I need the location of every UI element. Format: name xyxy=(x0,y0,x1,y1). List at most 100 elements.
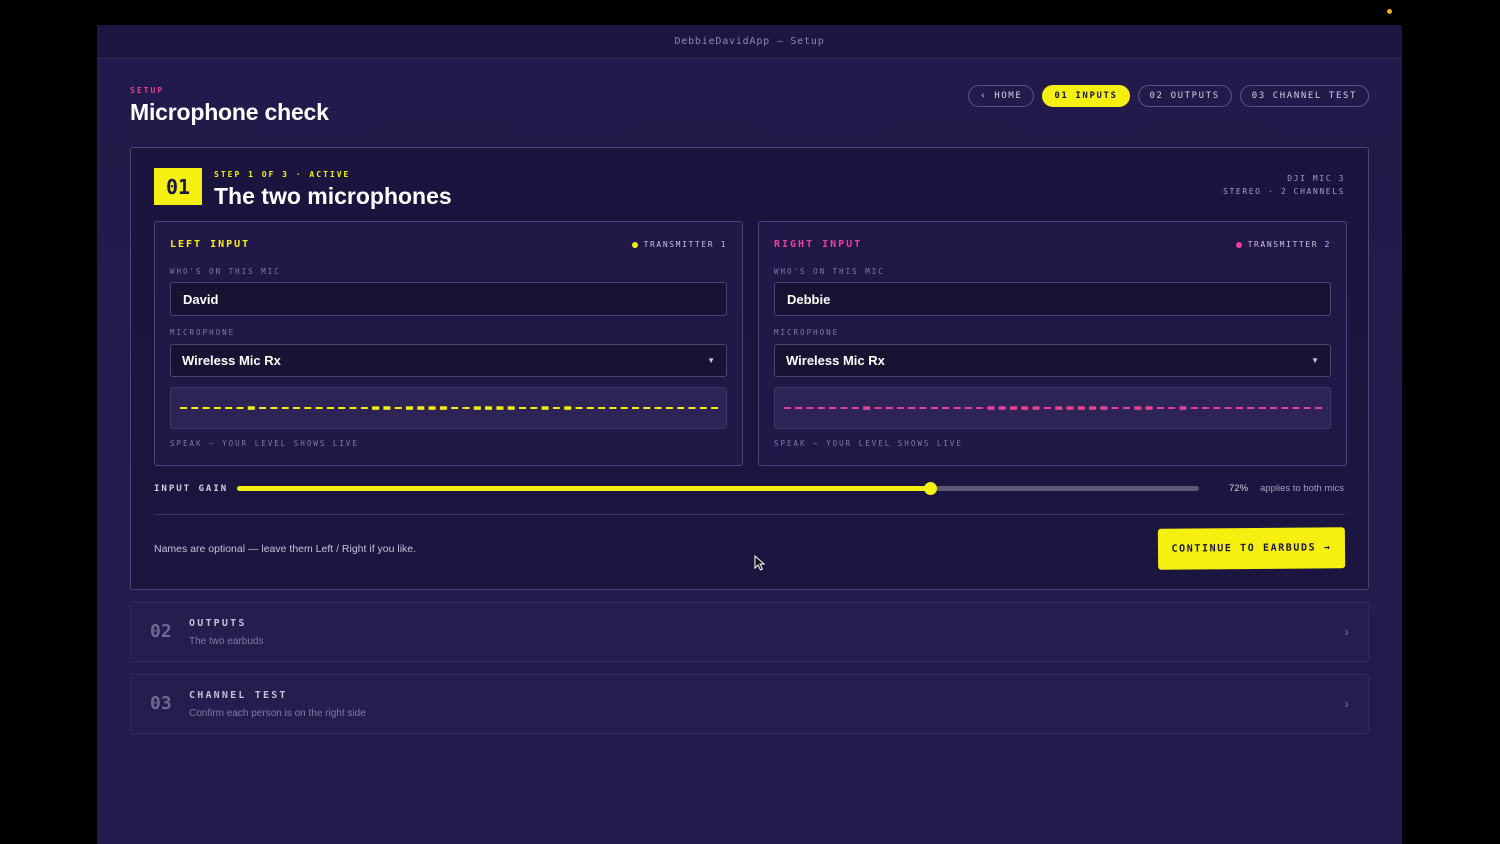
level-bar xyxy=(519,407,526,409)
right-input-heading: RIGHT INPUT xyxy=(774,239,863,250)
level-bar xyxy=(1055,406,1063,410)
transmitter-dot-icon xyxy=(631,241,638,248)
level-bar xyxy=(507,406,515,410)
window-titlebar: DebbieDavidApp — Setup xyxy=(97,25,1402,59)
level-bar xyxy=(417,406,425,410)
nav-inputs-tab[interactable]: 01 INPUTS xyxy=(1042,85,1130,107)
device-mode: STEREO · 2 CHANNELS xyxy=(1223,187,1345,196)
left-name-input[interactable] xyxy=(170,282,727,316)
level-bar xyxy=(1258,407,1266,409)
names-footnote: Names are optional — leave them Left / R… xyxy=(154,543,417,555)
level-bar xyxy=(930,407,938,409)
level-bar xyxy=(372,406,380,410)
left-mic-select[interactable]: Wireless Mic Rx ▼ xyxy=(170,344,727,377)
level-bar xyxy=(711,407,719,409)
input-gain-thumb[interactable] xyxy=(923,482,937,495)
level-bar xyxy=(485,406,493,410)
right-mic-value: Wireless Mic Rx xyxy=(786,353,885,368)
level-bar xyxy=(281,407,289,409)
level-bar xyxy=(247,406,255,410)
step-3-number: 03 xyxy=(150,693,172,714)
level-bar xyxy=(259,407,267,409)
card-divider xyxy=(154,514,1345,515)
level-bar xyxy=(863,406,871,410)
level-bar xyxy=(180,407,187,409)
left-level-meter xyxy=(170,387,727,429)
right-input-panel: RIGHT INPUT TRANSMITTER 2 WHO'S ON THIS … xyxy=(758,221,1347,466)
level-bar xyxy=(338,407,346,409)
left-mic-value: Wireless Mic Rx xyxy=(182,353,281,368)
level-bar xyxy=(851,407,859,409)
level-bar xyxy=(270,407,278,409)
level-bar xyxy=(473,406,481,410)
level-bar xyxy=(784,407,791,409)
step-3-subtitle: Confirm each person is on the right side xyxy=(189,708,366,719)
level-bar xyxy=(1190,407,1198,409)
right-level-meter-bars xyxy=(784,406,1323,410)
level-bar xyxy=(1010,406,1017,410)
left-meter-hint: SPEAK — YOUR LEVEL SHOWS LIVE xyxy=(170,439,359,448)
level-bar xyxy=(575,407,583,409)
right-transmitter: TRANSMITTER 2 xyxy=(1235,240,1331,249)
left-mic-label: MICROPHONE xyxy=(170,328,236,337)
step-3-row[interactable]: 03 CHANNEL TEST Confirm each person is o… xyxy=(130,674,1369,734)
left-level-meter-bars xyxy=(180,406,719,410)
level-bar xyxy=(699,407,707,409)
transmitter-dot-icon xyxy=(1235,241,1242,248)
level-bar xyxy=(874,407,882,409)
nav-channel-test-tab[interactable]: 03 CHANNEL TEST xyxy=(1239,85,1369,107)
level-bar xyxy=(632,407,639,409)
level-bar xyxy=(1100,406,1108,410)
right-name-input[interactable] xyxy=(774,282,1331,316)
level-bar xyxy=(383,406,391,410)
level-bar xyxy=(688,407,696,409)
level-bar xyxy=(919,407,927,409)
level-bar xyxy=(795,407,803,409)
level-bar xyxy=(840,407,848,409)
nav-outputs-tab[interactable]: 02 OUTPUTS xyxy=(1137,85,1232,107)
level-bar xyxy=(1134,406,1142,410)
input-gain-slider[interactable] xyxy=(237,482,1199,495)
step-2-row[interactable]: 02 OUTPUTS The two earbuds › xyxy=(130,602,1369,662)
page-title: Microphone check xyxy=(130,99,329,125)
level-bar xyxy=(496,406,504,410)
cursor-icon xyxy=(754,555,766,571)
right-mic-select[interactable]: Wireless Mic Rx ▼ xyxy=(774,344,1331,377)
level-bar xyxy=(451,407,459,409)
continue-to-earbuds-button[interactable]: CONTINUE TO EARBUDS → xyxy=(1157,527,1346,570)
level-bar xyxy=(406,406,413,410)
level-bar xyxy=(908,407,916,409)
input-gain-label: INPUT GAIN xyxy=(154,484,229,494)
step-2-number: 02 xyxy=(150,621,172,642)
level-bar xyxy=(1202,407,1210,409)
right-transmitter-label: TRANSMITTER 2 xyxy=(1247,240,1331,249)
level-bar xyxy=(829,407,837,409)
level-bar xyxy=(586,407,594,409)
level-bar xyxy=(1123,407,1130,409)
level-bar xyxy=(225,407,233,409)
left-transmitter: TRANSMITTER 1 xyxy=(631,240,727,249)
level-bar xyxy=(806,407,814,409)
level-bar xyxy=(897,407,904,409)
level-bar xyxy=(1224,407,1232,409)
level-bar xyxy=(1315,407,1323,409)
level-bar xyxy=(817,407,825,409)
level-bar xyxy=(1145,406,1153,410)
input-gain-note: applies to both mics xyxy=(1260,483,1344,494)
level-bar xyxy=(202,407,210,409)
level-bar xyxy=(462,407,470,409)
level-bar xyxy=(953,407,961,409)
level-bar xyxy=(1281,407,1289,409)
caret-down-icon: ▼ xyxy=(1311,356,1319,365)
level-bar xyxy=(598,407,606,409)
caret-down-icon: ▼ xyxy=(707,356,715,365)
window-title: DebbieDavidApp — Setup xyxy=(674,36,825,47)
page-eyebrow: SETUP xyxy=(130,86,165,95)
level-bar xyxy=(1021,406,1029,410)
level-bar xyxy=(564,406,572,410)
input-gain-value: 72% xyxy=(1229,483,1249,494)
level-bar xyxy=(987,406,995,410)
level-bar xyxy=(654,407,662,409)
nav-home-button[interactable]: ‹ HOME xyxy=(968,85,1035,107)
level-bar xyxy=(304,407,312,409)
